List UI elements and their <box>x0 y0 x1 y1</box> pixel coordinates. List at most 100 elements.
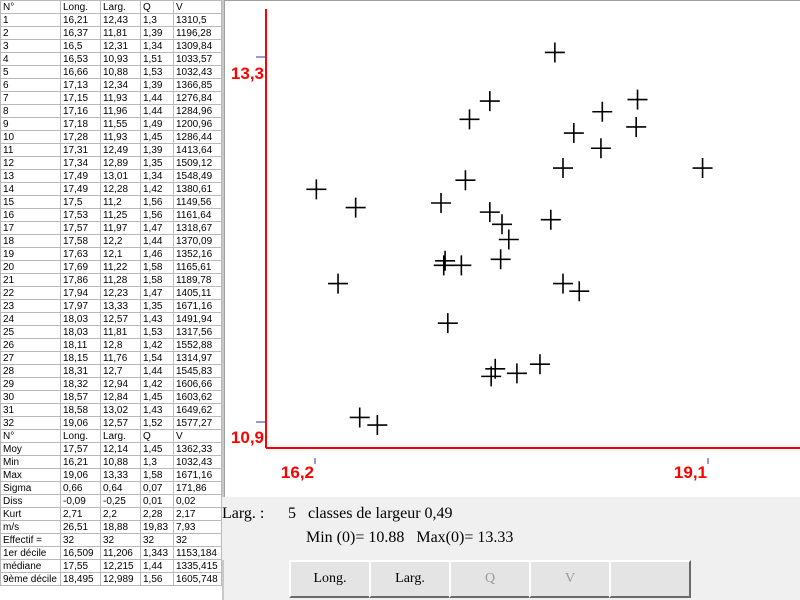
data-point <box>626 116 647 137</box>
table-cell: 17,49 <box>60 182 101 196</box>
table-cell: 2,17 <box>173 507 222 521</box>
table-cell: 11,28 <box>100 273 141 287</box>
table-cell: 16,21 <box>60 13 101 27</box>
table-cell: 1309,84 <box>173 39 222 53</box>
table-cell: 1413,64 <box>173 143 222 157</box>
table-cell: 1,34 <box>140 39 174 53</box>
table-cell: 1 <box>0 13 61 27</box>
table-cell: V <box>173 429 222 443</box>
data-table-panel: N° Long. Larg. Q V 1 16,21 12,43 1,3 1310,5 2 16,37… <box>0 0 222 600</box>
table-cell: 1,44 <box>140 104 174 118</box>
table-cell: 17,5 <box>60 195 101 209</box>
table-row: 29 18,32 12,94 1,42 1606,66 <box>0 377 222 391</box>
table-cell: 11,206 <box>100 546 141 560</box>
v-button[interactable]: V <box>529 560 611 598</box>
table-cell: 0,02 <box>173 494 222 508</box>
data-point <box>592 101 613 122</box>
table-cell: 10,88 <box>100 455 141 469</box>
table-cell: 25 <box>0 325 61 339</box>
table-cell: 1,34 <box>140 169 174 183</box>
table-row: 20 17,69 11,22 1,58 1165,61 <box>0 260 222 274</box>
table-cell: 1380,61 <box>173 182 222 196</box>
data-point <box>590 138 611 159</box>
table-cell: 1032,43 <box>173 455 222 469</box>
table-cell: 12,43 <box>100 13 141 27</box>
table-cell: 1,53 <box>140 65 174 79</box>
stats-row: Min 16,21 10,88 1,3 1032,43 <box>0 455 222 469</box>
table-cell: 16 <box>0 208 61 222</box>
table-cell: 31 <box>0 403 61 417</box>
table-cell: 1335,415 <box>173 559 222 573</box>
table-cell: 18,495 <box>60 572 101 586</box>
table-cell: 17,31 <box>60 143 101 157</box>
table-cell: 1366,85 <box>173 78 222 92</box>
table-cell: 1352,16 <box>173 247 222 261</box>
table-cell: 8 <box>0 104 61 118</box>
table-cell: 14 <box>0 182 61 196</box>
table-cell: 1,35 <box>140 299 174 313</box>
table-cell: 32 <box>100 533 141 547</box>
table-cell: 17,63 <box>60 247 101 261</box>
table-cell: 1286,44 <box>173 130 222 144</box>
data-point <box>506 363 527 384</box>
data-point <box>529 354 550 375</box>
table-header-row: N° Long. Larg. Q V <box>0 0 222 14</box>
table-row: 16 17,53 11,25 1,56 1161,64 <box>0 208 222 222</box>
table-cell: 1,45 <box>140 390 174 404</box>
info-panel: Larg. : 5 classes de largeur 0,49 Min (0… <box>222 497 800 560</box>
blank-button[interactable] <box>609 560 691 598</box>
data-point <box>349 407 370 428</box>
table-cell: 18,11 <box>60 338 101 352</box>
table-cell: 23 <box>0 299 61 313</box>
table-cell: Q <box>140 429 174 443</box>
stats-header-row: N° Long. Larg. Q V <box>0 429 222 443</box>
table-cell: 1671,16 <box>173 299 222 313</box>
table-cell: 1370,09 <box>173 234 222 248</box>
table-cell: 32 <box>140 533 174 547</box>
table-row: 19 17,63 12,1 1,46 1352,16 <box>0 247 222 261</box>
table-cell: 11,22 <box>100 260 141 274</box>
table-cell: 3 <box>0 39 61 53</box>
table-cell: 0,64 <box>100 481 141 495</box>
table-cell: 1603,62 <box>173 390 222 404</box>
table-cell: 1189,78 <box>173 273 222 287</box>
table-cell: Moy <box>0 442 61 456</box>
table-cell: 1,44 <box>140 559 174 573</box>
data-point <box>306 179 327 200</box>
table-cell: 12,31 <box>100 39 141 53</box>
table-row: 13 17,49 13,01 1,34 1548,49 <box>0 169 222 183</box>
larg-button[interactable]: Larg. <box>369 560 451 598</box>
table-cell: 17,57 <box>60 221 101 235</box>
table-cell: 1,35 <box>140 156 174 170</box>
table-cell: N° <box>0 0 61 14</box>
data-point <box>437 313 458 334</box>
table-cell: 18,58 <box>60 403 101 417</box>
table-row: 8 17,16 11,96 1,44 1284,96 <box>0 104 222 118</box>
table-cell: 17,94 <box>60 286 101 300</box>
long-button[interactable]: Long. <box>289 560 371 598</box>
table-cell: -0,25 <box>100 494 141 508</box>
table-cell: 1606,66 <box>173 377 222 391</box>
table-row: 7 17,15 11,93 1,44 1276,84 <box>0 91 222 105</box>
table-cell: 16,509 <box>60 546 101 560</box>
table-cell: 1,44 <box>140 91 174 105</box>
table-cell: 18,03 <box>60 312 101 326</box>
table-row: 11 17,31 12,49 1,39 1413,64 <box>0 143 222 157</box>
table-cell: 1,58 <box>140 273 174 287</box>
table-cell: 12,215 <box>100 559 141 573</box>
table-cell: 11,97 <box>100 221 141 235</box>
table-cell: 16,66 <box>60 65 101 79</box>
table-cell: 17,28 <box>60 130 101 144</box>
table-cell: 1,45 <box>140 442 174 456</box>
table-cell: 1284,96 <box>173 104 222 118</box>
table-cell: N° <box>0 429 61 443</box>
stats-row: Sigma 0,66 0,64 0,07 171,86 <box>0 481 222 495</box>
table-row: 17 17,57 11,97 1,47 1318,67 <box>0 221 222 235</box>
data-point <box>433 255 454 276</box>
table-cell: 11,2 <box>100 195 141 209</box>
data-point <box>479 91 500 112</box>
q-button[interactable]: Q <box>449 560 531 598</box>
table-cell: 32 <box>60 533 101 547</box>
table-cell: 1033,57 <box>173 52 222 66</box>
table-cell: 1032,43 <box>173 65 222 79</box>
